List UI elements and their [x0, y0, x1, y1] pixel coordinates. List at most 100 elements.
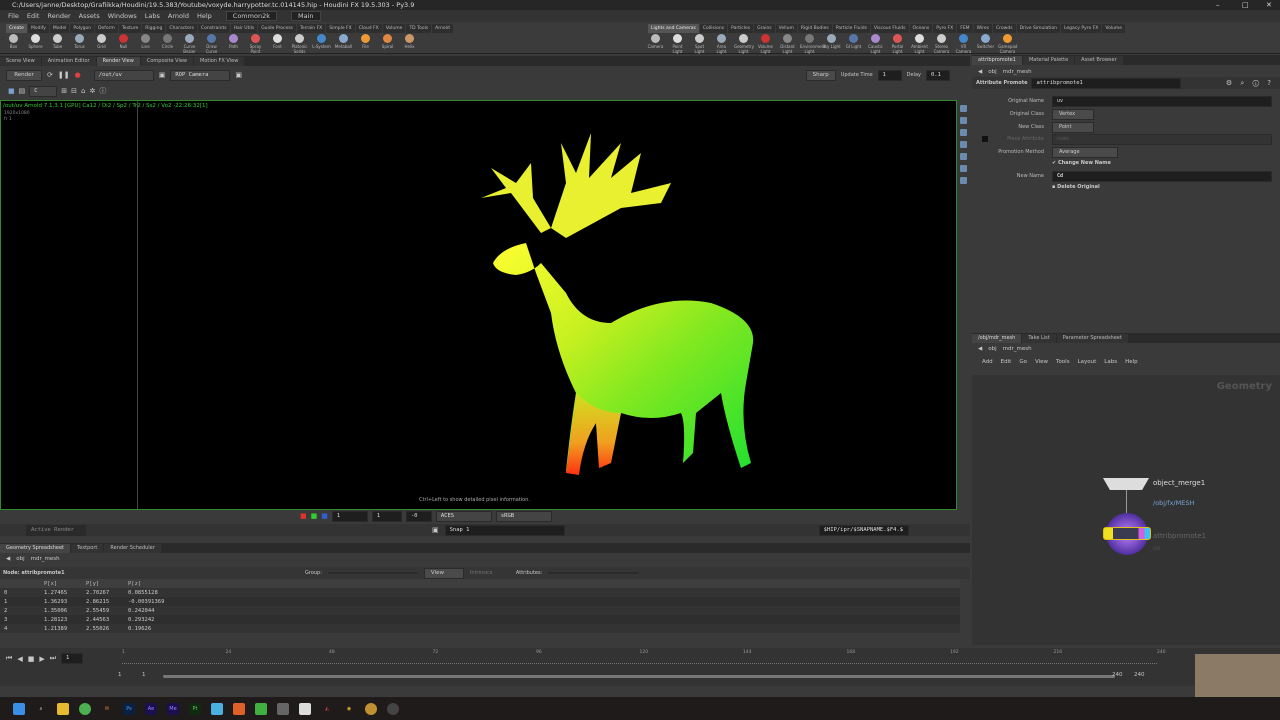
search-icon[interactable]: ⌕	[35, 703, 47, 715]
blue-channel-icon[interactable]: ■	[321, 512, 328, 520]
node-name-field[interactable]: attribpromote1	[1031, 77, 1182, 89]
rop-lock-icon[interactable]: ▣	[159, 71, 166, 79]
end-frame[interactable]: 240	[1134, 672, 1145, 678]
view-tool-icon[interactable]	[960, 117, 967, 124]
render-button[interactable]: Render	[6, 69, 42, 81]
shelf-tab[interactable]: Terrain FX	[296, 24, 326, 33]
shelf-tool[interactable]: Volume Light	[756, 34, 775, 54]
region-split-line[interactable]	[137, 101, 138, 509]
app-icon[interactable]	[211, 702, 223, 715]
camera-lock-icon[interactable]: ▣	[235, 71, 242, 79]
render-viewport[interactable]: /out/uv Arnold 7.1.3.1 [GPU] Ca12 / Di2 …	[0, 100, 957, 510]
shelf-tool[interactable]: Ambient Light	[910, 34, 929, 54]
info-icon[interactable]: ⓘ	[99, 86, 106, 96]
network-menu-item[interactable]: Add	[982, 359, 993, 365]
shelf-tab[interactable]: Guide Process	[258, 24, 296, 33]
app-icon[interactable]	[255, 702, 267, 715]
range-slider[interactable]	[163, 675, 1115, 678]
shelf-tool[interactable]: Caustic Light	[866, 34, 885, 54]
ocio-select[interactable]: ACES	[435, 510, 492, 522]
grid-tool-icon[interactable]	[960, 165, 967, 172]
shelf-tool[interactable]: Torus	[70, 34, 89, 54]
shelf-tool[interactable]: VR Camera	[954, 34, 973, 54]
windows-start-icon[interactable]	[13, 702, 25, 715]
original-class-select[interactable]: Vertex	[1052, 109, 1094, 120]
tab-render-scheduler[interactable]: Render Scheduler	[104, 544, 161, 553]
shelf-tab[interactable]: Rigid Bodies	[797, 24, 832, 33]
tab-parameter-spreadsheet[interactable]: Parameter Spreadsheet	[1056, 334, 1128, 343]
tab-network-path[interactable]: /obj/mdr_mesh	[972, 334, 1022, 343]
shelf-tool[interactable]: Stereo Camera	[932, 34, 951, 54]
piece-attribute-toggle[interactable]	[982, 136, 988, 142]
menu-file[interactable]: File	[8, 12, 19, 20]
jump-end-icon[interactable]: ⏭	[50, 654, 56, 663]
camera-snap-icon[interactable]: ▣	[432, 526, 439, 534]
shelf-tool[interactable]: Null	[114, 34, 133, 54]
shelf-tool[interactable]: Gamepad Camera	[998, 34, 1017, 54]
original-name-field[interactable]: uv	[1052, 96, 1272, 107]
group-field[interactable]	[327, 572, 418, 574]
photoshop-icon[interactable]: Ps	[123, 702, 135, 715]
camera-tool-icon[interactable]	[960, 141, 967, 148]
shelf-tool[interactable]: Area Light	[712, 34, 731, 54]
shelf-tab[interactable]: Texture	[118, 24, 142, 33]
shelf-tool[interactable]: Spray Paint	[246, 34, 265, 54]
select-tool-icon[interactable]	[960, 105, 967, 112]
node-header-icons[interactable]: ⚙ ⌕ ⓘ ?	[1226, 79, 1274, 88]
crop-tool-icon[interactable]	[960, 177, 967, 184]
menu-render[interactable]: Render	[47, 12, 70, 20]
pause-icon[interactable]: ❚❚	[58, 71, 70, 79]
shelf-tab[interactable]: Volume	[1102, 24, 1126, 33]
aov-select[interactable]: C	[29, 85, 58, 97]
attribpromote-node[interactable]	[1103, 527, 1151, 540]
shelf-tool[interactable]: Metaball	[334, 34, 353, 54]
maximize-button[interactable]: □	[1242, 0, 1249, 10]
home-icon[interactable]: ⌂	[81, 87, 85, 95]
view-select[interactable]: View	[423, 567, 464, 579]
shelf-tab[interactable]: Pyro FX	[933, 24, 957, 33]
jump-start-icon[interactable]: ⏮	[6, 654, 12, 663]
light-tool-icon[interactable]	[960, 153, 967, 160]
shelf-tool[interactable]: Platonic Solids	[290, 34, 309, 54]
shelf-tab[interactable]: Hair Utils	[230, 24, 258, 33]
region-tool-icon[interactable]	[960, 129, 967, 136]
network-menu-item[interactable]: Edit	[1001, 359, 1012, 365]
tab-attribpromote1[interactable]: attribpromote1	[972, 56, 1022, 65]
red-channel-icon[interactable]: ■	[300, 512, 307, 520]
shelf-tab[interactable]: Collisions	[699, 24, 728, 33]
exposure-field[interactable]: 1	[331, 510, 368, 522]
intrinsics-select[interactable]: Intrinsics	[470, 570, 510, 576]
snapshot-path-field[interactable]: $HIP/ipr/$SNAPNAME.$F4.$	[818, 524, 909, 536]
zoom-in-icon[interactable]: ⊞	[61, 87, 67, 95]
menu-edit[interactable]: Edit	[27, 12, 40, 20]
tab-motion-fx-view[interactable]: Motion FX View	[194, 57, 245, 66]
shelf-tool[interactable]: Line	[136, 34, 155, 54]
app-icon[interactable]: ◉	[343, 703, 355, 715]
path-obj[interactable]: obj	[16, 556, 24, 562]
playback-start-frame[interactable]: 1	[142, 672, 146, 678]
promotion-method-select[interactable]: Average	[1052, 147, 1118, 158]
shelf-tool[interactable]: Sky Light	[822, 34, 841, 54]
minimize-button[interactable]: –	[1216, 0, 1220, 10]
app-icon[interactable]	[277, 702, 289, 715]
shelf-tab[interactable]: Modify	[27, 24, 49, 33]
back-icon[interactable]: ◀	[978, 69, 982, 75]
tab-scene-view[interactable]: Scene View	[0, 57, 41, 66]
chrome-icon[interactable]	[79, 702, 91, 715]
network-menu-item[interactable]: Tools	[1056, 359, 1070, 365]
after-effects-icon[interactable]: Ae	[145, 702, 157, 715]
shelf-tab[interactable]: Legacy Pyro FX	[1060, 24, 1102, 33]
shelf-tool[interactable]: File	[356, 34, 375, 54]
shelf-tab[interactable]: FEM	[957, 24, 973, 33]
file-explorer-icon[interactable]	[57, 702, 69, 715]
network-menu-item[interactable]: Go	[1019, 359, 1027, 365]
shelf-tab[interactable]: Rigging	[142, 24, 166, 33]
shelf-tool[interactable]: Tube	[48, 34, 67, 54]
shading-select[interactable]: Sharp	[805, 69, 836, 81]
green-channel-icon[interactable]: ■	[311, 512, 318, 520]
playback-end-frame[interactable]: 240	[1112, 672, 1123, 678]
media-encoder-icon[interactable]: Me	[167, 702, 179, 715]
camera-select[interactable]: ROP Camera	[170, 69, 231, 81]
shelf-tab[interactable]: Drive Simulation	[1016, 24, 1060, 33]
timeline-ruler[interactable]: 1 24 48 72 96 120 144 168 192 216 240	[122, 650, 1166, 664]
